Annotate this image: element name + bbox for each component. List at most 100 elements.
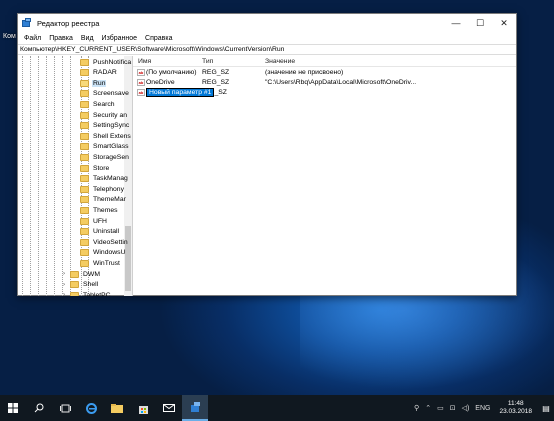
folder-icon (80, 90, 89, 98)
row-value: "C:\Users\Rbq\AppData\Local\Microsoft\On… (265, 78, 417, 86)
folder-icon (80, 175, 89, 183)
column-header-type[interactable]: Тип (199, 58, 265, 65)
tree-item-label: Telephony (93, 185, 124, 193)
desktop-icon-computer-label[interactable]: Ком (3, 33, 16, 40)
row-name-cell: ab (По умолчанию) (133, 68, 199, 76)
people-icon[interactable]: ⚲ (411, 404, 422, 412)
tree-item[interactable]: Telephony (80, 184, 125, 194)
expand-arrow-icon[interactable]: › (63, 282, 65, 288)
tree-item[interactable]: › DWM (63, 269, 101, 279)
tree-item[interactable]: Store (80, 163, 110, 173)
column-header-name[interactable]: Имя (133, 58, 199, 65)
tree-item[interactable]: RADAR (80, 68, 118, 78)
battery-icon[interactable]: ▭ (434, 404, 447, 412)
tree-item[interactable]: Search (80, 99, 116, 109)
tree-item[interactable]: Themes (80, 205, 119, 215)
file-explorer-icon[interactable] (104, 395, 130, 421)
expand-arrow-icon[interactable]: › (63, 292, 65, 296)
folder-icon (80, 111, 89, 119)
expand-arrow-icon[interactable]: › (63, 271, 65, 277)
windows-logo-icon (8, 403, 18, 413)
folder-icon (80, 122, 89, 130)
rename-input[interactable]: Новый параметр #1 (146, 87, 215, 97)
folder-icon (80, 164, 89, 172)
tree-item[interactable]: Screensave (80, 89, 130, 99)
network-icon[interactable]: ⊡ (447, 404, 459, 412)
tree-item[interactable]: SettingSync (80, 121, 130, 131)
menu-file[interactable]: Файл (20, 35, 45, 42)
search-icon[interactable] (26, 395, 52, 421)
tree-item-label: VideoSettin (93, 238, 128, 246)
tree-item-label: Uninstall (93, 228, 120, 236)
title-bar[interactable]: Редактор реестра — ☐ ✕ (18, 14, 516, 32)
window-title: Редактор реестра (37, 18, 100, 28)
tree-item[interactable]: PushNotifica (80, 57, 132, 67)
string-value-icon: ab (137, 68, 145, 76)
folder-icon (80, 196, 89, 204)
registry-editor-taskbar-icon[interactable] (182, 395, 208, 421)
tree-item[interactable]: VideoSettin (80, 237, 129, 247)
address-bar[interactable]: Компьютер\HKEY_CURRENT_USER\Software\Mic… (18, 44, 516, 55)
tree-guide-line (46, 56, 47, 296)
list-row-default[interactable]: ab (По умолчанию) REG_SZ (значение не пр… (133, 67, 516, 77)
mail-icon[interactable] (156, 395, 182, 421)
task-view-icon[interactable] (52, 395, 78, 421)
tree-guide-line (54, 56, 55, 296)
tree-item-label: Themes (93, 206, 118, 214)
menu-view[interactable]: Вид (77, 35, 98, 42)
tree-item[interactable]: StorageSen (80, 152, 130, 162)
close-button[interactable]: ✕ (492, 14, 516, 32)
menu-edit[interactable]: Правка (45, 35, 77, 42)
tree-item-label: WinTrust (93, 259, 120, 267)
notification-icon[interactable]: ▤ (538, 404, 554, 413)
maximize-button[interactable]: ☐ (468, 14, 492, 32)
tree-item[interactable]: Run (80, 78, 107, 88)
folder-icon (80, 153, 89, 161)
string-value-icon: ab (137, 78, 145, 86)
tree-guide-line (62, 56, 63, 296)
tree-item[interactable]: Security an (80, 110, 128, 120)
start-button[interactable] (0, 395, 26, 421)
tree-guide-line (70, 56, 71, 296)
string-value-icon: ab (137, 88, 145, 96)
key-tree[interactable]: PushNotifica RADAR Run Screensave Search Secu… (18, 56, 133, 296)
tree-item[interactable]: TaskManag (80, 174, 129, 184)
menu-help[interactable]: Справка (141, 35, 176, 42)
tree-item-label: Screensave (93, 90, 129, 98)
tree-item[interactable]: ThemeMar (80, 195, 127, 205)
row-name: (По умолчанию) (146, 68, 197, 76)
row-value: (значение не присвоено) (265, 68, 344, 76)
tree-item-label: Search (93, 100, 115, 108)
tree-item[interactable]: › TabletPC (63, 290, 112, 296)
edge-browser-icon[interactable] (78, 395, 104, 421)
folder-icon (80, 228, 89, 236)
language-indicator[interactable]: ENG (472, 405, 493, 412)
tree-item[interactable]: SmartGlass (80, 142, 130, 152)
tree-item[interactable]: WinTrust (80, 258, 121, 268)
menu-favorites[interactable]: Избранное (98, 35, 141, 42)
tree-item[interactable]: WindowsU (80, 248, 126, 258)
clock-time: 11:48 (507, 400, 524, 407)
tree-item[interactable]: › Shell (63, 280, 99, 290)
folder-icon (80, 143, 89, 151)
tree-item[interactable]: Uninstall (80, 227, 120, 237)
list-row-new-param[interactable]: ab Новый параметр #1 _SZ (133, 87, 516, 97)
tree-scrollbar-thumb[interactable] (125, 226, 131, 291)
minimize-button[interactable]: — (444, 14, 468, 32)
tree-item-label: StorageSen (93, 153, 129, 161)
tree-item[interactable]: Shell Extens (80, 131, 132, 141)
taskbar: ⚲ ⌃ ▭ ⊡ ◁) ENG 11:48 23.03.2018 ▤ (0, 395, 554, 421)
chevron-up-icon[interactable]: ⌃ (422, 404, 434, 412)
clock[interactable]: 11:48 23.03.2018 (493, 400, 538, 416)
folder-icon (80, 238, 89, 246)
tree-guide-line (30, 56, 31, 296)
tree-item-label: Run (92, 79, 107, 87)
list-row-onedrive[interactable]: ab OneDrive REG_SZ "C:\Users\Rbq\AppData… (133, 77, 516, 87)
tree-item-label: TabletPC (83, 291, 111, 296)
store-icon[interactable] (130, 395, 156, 421)
tree-item-label: SmartGlass (93, 143, 129, 151)
column-header-value[interactable]: Значение (265, 58, 516, 65)
folder-icon (80, 69, 89, 77)
tree-item[interactable]: UFH (80, 216, 108, 226)
volume-icon[interactable]: ◁) (459, 404, 473, 412)
